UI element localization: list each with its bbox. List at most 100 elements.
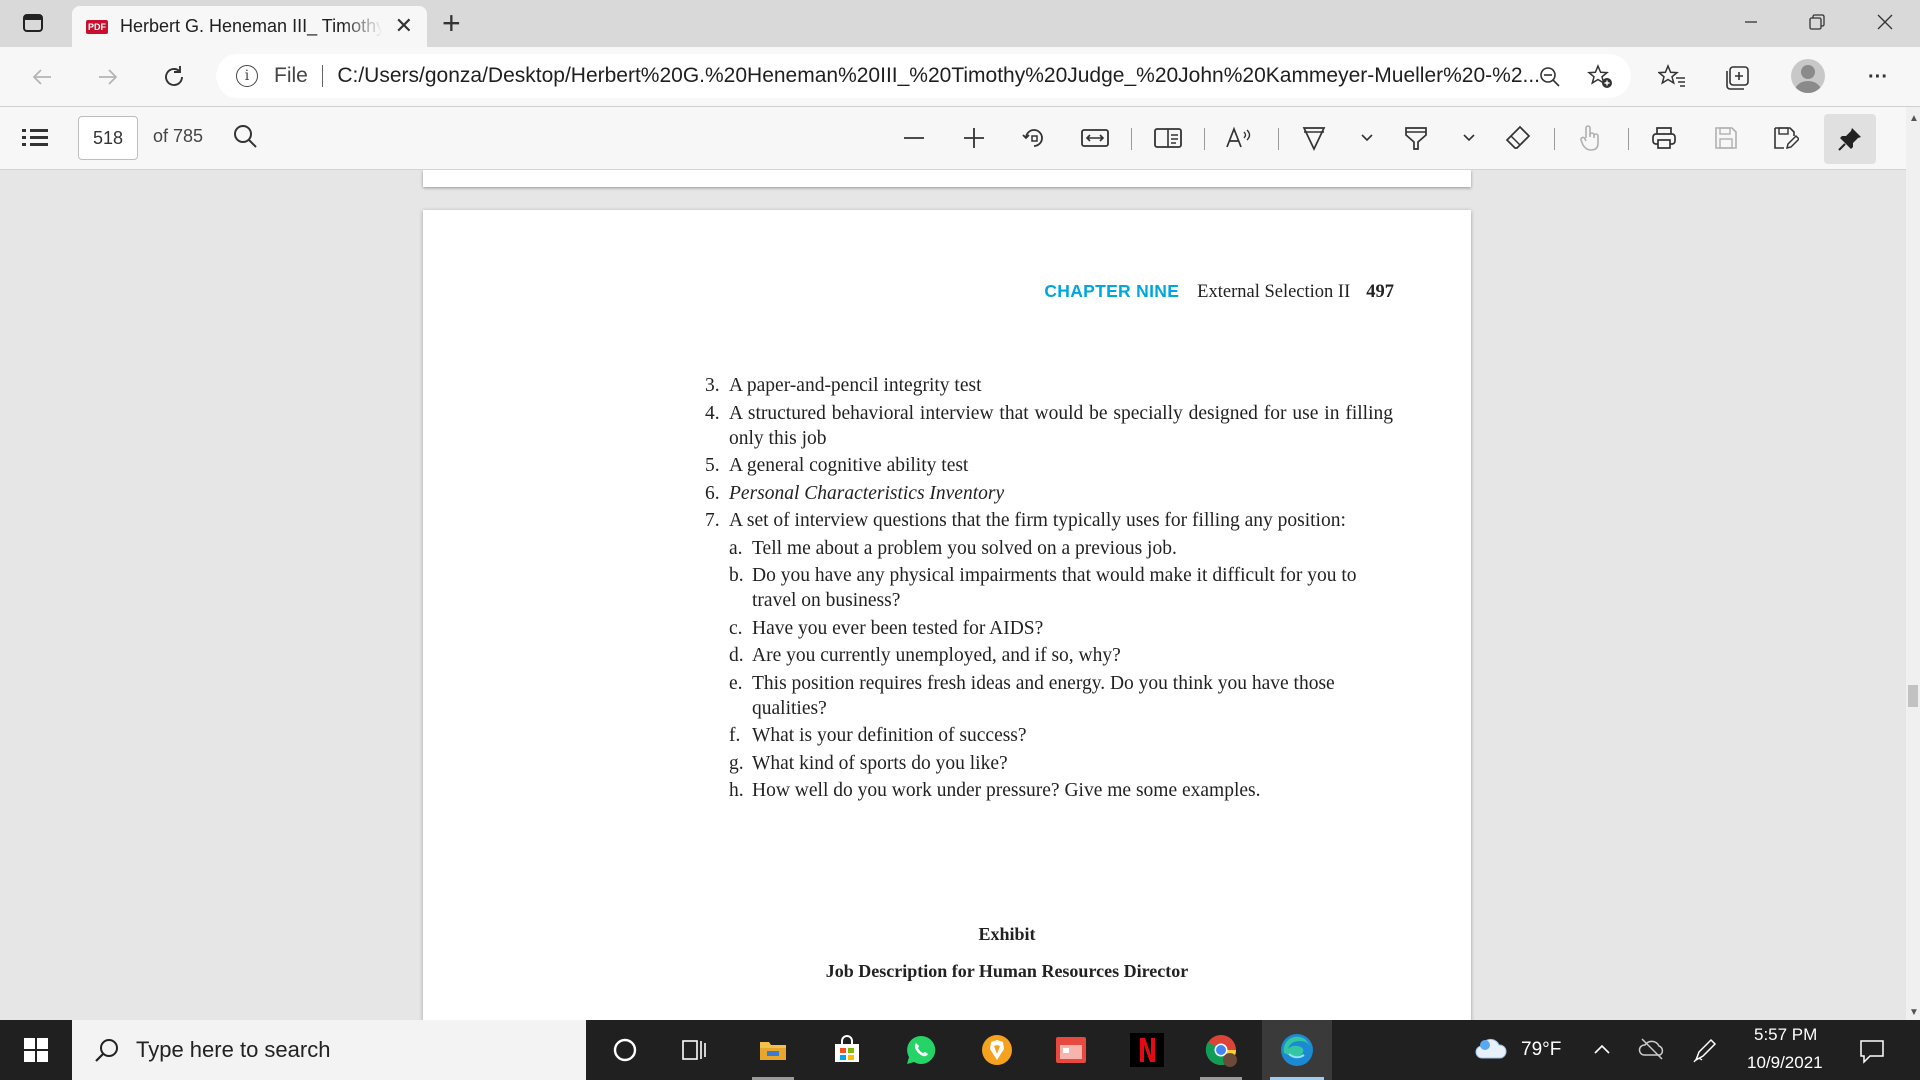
save-as-icon[interactable] <box>1768 120 1804 156</box>
scheme-label: File <box>274 64 308 87</box>
vertical-scrollbar[interactable]: ▲ ▼ <box>1906 107 1920 1020</box>
highlight-icon[interactable] <box>1398 120 1434 156</box>
erase-icon[interactable] <box>1500 120 1536 156</box>
show-hidden-icons-chevron-up-icon[interactable] <box>1593 1042 1611 1060</box>
refresh-button[interactable] <box>156 59 192 95</box>
info-icon[interactable]: i <box>236 65 258 87</box>
list-item: 5. A general cognitive ability test <box>705 455 969 476</box>
rotate-icon[interactable] <box>1016 120 1052 156</box>
question-list: 3. A paper-and-pencil integrity test 4. A … <box>705 373 1393 806</box>
pdf-file-icon: PDF <box>86 19 108 34</box>
task-view-icon[interactable] <box>660 1020 730 1080</box>
list-item: 4. A structured behavioral interview that… <box>705 402 1393 449</box>
sub-list-item: g. What kind of sports do you like? <box>729 752 1008 774</box>
restore-button[interactable] <box>1788 0 1846 44</box>
scrollbar-thumb[interactable] <box>1908 685 1918 707</box>
search-icon[interactable] <box>232 123 260 151</box>
printed-page-number: 497 <box>1366 282 1394 302</box>
divider <box>1278 128 1279 150</box>
draw-options-chevron-down-icon[interactable] <box>1349 120 1385 156</box>
weather-temperature[interactable]: 79°F <box>1521 1039 1561 1061</box>
pen-icon[interactable] <box>1692 1036 1718 1069</box>
sub-list-item: d. Are you currently unemployed, and if s… <box>729 645 1121 666</box>
profile-avatar[interactable] <box>1791 59 1825 93</box>
list-item: 6. Personal Characteristics Inventory <box>705 482 1005 504</box>
highlight-options-chevron-down-icon[interactable] <box>1451 120 1487 156</box>
calendar-app-icon[interactable] <box>1036 1020 1106 1080</box>
search-placeholder: Type here to search <box>136 1037 331 1062</box>
divider <box>1204 128 1205 150</box>
sub-list-item: b. Do you have any physical impairments t… <box>729 565 1357 611</box>
scroll-up-icon[interactable]: ▲ <box>1909 113 1919 124</box>
scroll-down-icon[interactable]: ▼ <box>1909 1007 1919 1018</box>
back-button[interactable] <box>24 59 60 95</box>
touch-icon[interactable] <box>1572 120 1608 156</box>
sub-list-item: f. What is your definition of success? <box>729 725 1027 746</box>
whatsapp-icon[interactable] <box>886 1020 956 1080</box>
clock-time[interactable]: 5:57 PM <box>1754 1025 1817 1045</box>
search-icon <box>95 1039 118 1062</box>
sub-list-item: e. This position requires fresh ideas and… <box>729 672 1335 719</box>
document-viewer[interactable]: CHAPTER NINE External Selection II 497 3. A… <box>0 170 1906 1020</box>
clock-date[interactable]: 10/9/2021 <box>1747 1053 1823 1073</box>
file-explorer-icon[interactable] <box>738 1020 808 1080</box>
running-head: CHAPTER NINE External Selection II 497 <box>1044 281 1394 303</box>
print-icon[interactable] <box>1646 120 1682 156</box>
page-number-input[interactable]: 518 <box>78 116 138 160</box>
tab-strip: PDF Herbert G. Heneman III_ Timothy ✕ + <box>0 0 1920 47</box>
taskbar-search[interactable]: Type here to search <box>72 1020 586 1080</box>
cortana-icon[interactable] <box>590 1020 660 1080</box>
windows-logo-icon <box>24 1038 48 1062</box>
sub-list-item: h. How well do you work under pressure? G… <box>729 780 1261 801</box>
tab-active[interactable]: PDF Herbert G. Heneman III_ Timothy ✕ <box>72 6 427 47</box>
page-view-icon[interactable] <box>1150 120 1186 156</box>
zoom-icon[interactable] <box>1537 64 1563 90</box>
collections-icon[interactable] <box>1718 57 1758 97</box>
microsoft-store-icon[interactable] <box>812 1020 882 1080</box>
chapter-label: CHAPTER NINE <box>1044 281 1180 301</box>
table-of-contents-icon[interactable] <box>22 127 48 147</box>
pdf-page: CHAPTER NINE External Selection II 497 3. A… <box>423 210 1471 1020</box>
address-bar[interactable]: i File C:/Users/gonza/Desktop/Herbert%20… <box>216 54 1631 98</box>
weather-cloud-icon[interactable] <box>1474 1036 1508 1067</box>
add-favorite-icon[interactable] <box>1587 64 1613 90</box>
favorites-icon[interactable] <box>1652 57 1692 97</box>
zoom-in-button[interactable] <box>956 120 992 156</box>
new-tab-button[interactable]: + <box>442 6 461 40</box>
sub-list-item: c. Have you ever been tested for AIDS? <box>729 617 1044 639</box>
minimize-button[interactable] <box>1722 0 1780 44</box>
tab-actions-icon[interactable] <box>22 12 44 34</box>
netflix-icon[interactable] <box>1112 1020 1182 1080</box>
list-item: 3. A paper-and-pencil integrity test <box>705 375 982 396</box>
list-item: 7. A set of interview questions that the … <box>705 510 1346 531</box>
close-window-button[interactable] <box>1856 0 1914 44</box>
chrome-icon[interactable] <box>1186 1020 1256 1080</box>
zoom-out-button[interactable] <box>896 120 932 156</box>
page-count: of 785 <box>153 126 204 146</box>
previous-page <box>423 170 1471 187</box>
edge-icon[interactable] <box>1262 1020 1332 1080</box>
address-toolbar: i File C:/Users/gonza/Desktop/Herbert%20… <box>0 47 1920 107</box>
draw-icon[interactable] <box>1296 120 1332 156</box>
more-options-button[interactable]: ··· <box>1858 57 1898 97</box>
fit-to-width-icon[interactable] <box>1077 120 1113 156</box>
notifications-icon[interactable] <box>1858 1037 1886 1070</box>
url-text[interactable]: C:/Users/gonza/Desktop/Herbert%20G.%20He… <box>337 64 1540 88</box>
section-title: External Selection II <box>1197 282 1351 302</box>
taskbar: Type here to search 79°F 5:57 PM 10/9/20… <box>0 1020 1920 1080</box>
exhibit-heading: Exhibit <box>978 924 1036 944</box>
forward-button[interactable] <box>90 59 126 95</box>
save-icon[interactable] <box>1708 120 1744 156</box>
divider <box>1554 128 1555 150</box>
onedrive-icon[interactable] <box>1638 1037 1666 1066</box>
pin-toolbar-icon[interactable] <box>1824 114 1876 164</box>
read-aloud-icon[interactable] <box>1222 120 1258 156</box>
divider <box>1628 128 1629 150</box>
sub-list-item: a. Tell me about a problem you solved on … <box>729 537 1177 559</box>
pdf-toolbar: 518 of 785 <box>0 107 1920 170</box>
brave-icon[interactable] <box>962 1020 1032 1080</box>
divider <box>1131 128 1132 150</box>
divider <box>321 65 324 87</box>
start-button[interactable] <box>0 1020 72 1080</box>
close-tab-icon[interactable]: ✕ <box>395 15 413 37</box>
